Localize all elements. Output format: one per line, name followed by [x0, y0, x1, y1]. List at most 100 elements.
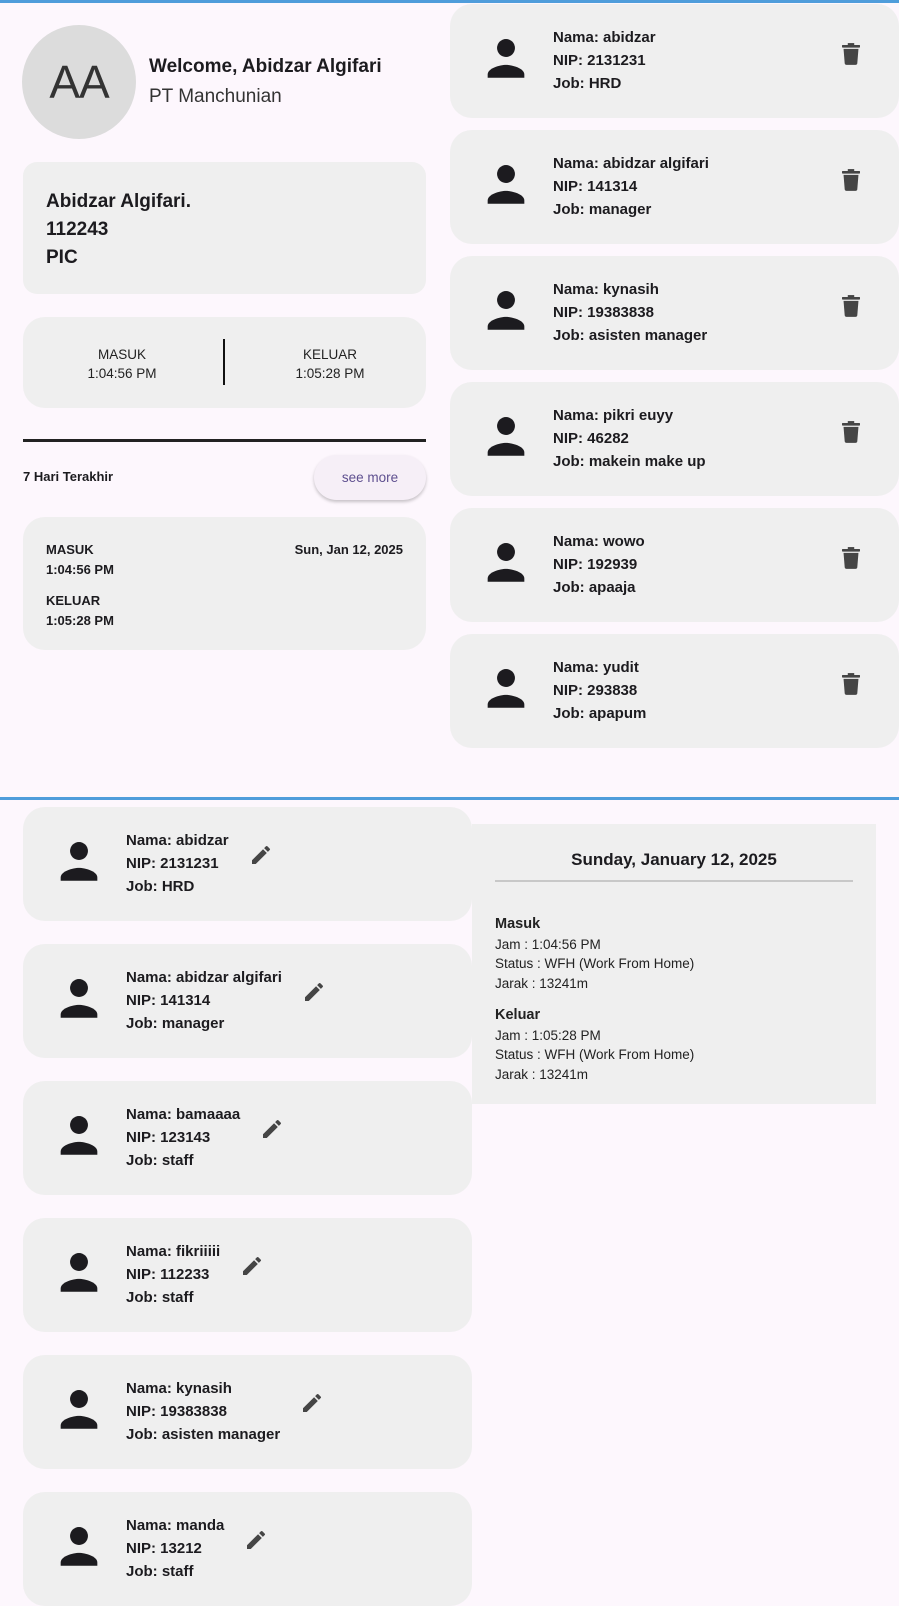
avatar: AA: [22, 25, 136, 139]
checkin-summary: MASUK 1:04:56 PM: [47, 345, 197, 383]
history-checkin-label: MASUK: [46, 542, 94, 557]
detail-checkout-status: Status : WFH (Work From Home): [495, 1047, 695, 1062]
employee-job: Job: manager: [553, 201, 652, 218]
employee-info: Nama: wowo NIP: 192939 Job: apaaja: [553, 530, 645, 599]
edit-icon[interactable]: [300, 1391, 324, 1415]
employee-card[interactable]: Nama: kynasih NIP: 19383838 Job: asisten m…: [23, 1355, 472, 1469]
employee-card[interactable]: Nama: abidzar NIP: 2131231 Job: HRD: [23, 807, 472, 921]
detail-checkout-time: Jam : 1:05:28 PM: [495, 1027, 601, 1043]
checkin-time: 1:04:56 PM: [87, 366, 157, 381]
employee-nip: NIP: 123143: [126, 1129, 211, 1146]
history-card[interactable]: MASUK 1:04:56 PM KELUAR 1:05:28 PM Sun, …: [23, 517, 426, 650]
employee-nip: NIP: 46282: [553, 430, 629, 447]
employee-info: Nama: yudit NIP: 293838 Job: apapum: [553, 656, 646, 725]
employee-info: Nama: manda NIP: 13212 Job: staff: [126, 1514, 224, 1583]
detail-divider: [495, 880, 853, 882]
employee-job: Job: apaaja: [553, 579, 636, 596]
employee-job: Job: manager: [126, 1015, 225, 1032]
employee-nip: NIP: 112233: [126, 1266, 210, 1283]
employee-card[interactable]: Nama: abidzar algifari NIP: 141314 Job: ma…: [450, 130, 899, 244]
delete-icon[interactable]: [842, 295, 864, 321]
employee-job: Job: staff: [126, 1289, 194, 1306]
detail-checkout: Keluar Jam : 1:05:28 PM Status : WFH (Wo…: [495, 1006, 694, 1084]
employee-nip: NIP: 2131231: [126, 855, 219, 872]
employee-card[interactable]: Nama: fikriiiii NIP: 112233 Job: staff: [23, 1218, 472, 1332]
employee-nip: NIP: 19383838: [126, 1403, 227, 1420]
person-icon: [54, 1384, 104, 1434]
employee-info: Nama: abidzar NIP: 2131231 Job: HRD: [553, 26, 656, 95]
person-icon: [54, 1110, 104, 1160]
employee-card[interactable]: Nama: bamaaaa NIP: 123143 Job: staff: [23, 1081, 472, 1195]
employee-nama: Nama: fikriiiii: [126, 1243, 221, 1260]
employee-nama: Nama: pikri euyy: [553, 407, 674, 424]
employee-nip: NIP: 141314: [553, 178, 638, 195]
employee-info: Nama: bamaaaa NIP: 123143 Job: staff: [126, 1103, 240, 1172]
employee-nama: Nama: abidzar algifari: [126, 969, 282, 986]
attendance-detail-card: Sunday, January 12, 2025 Masuk Jam : 1:0…: [472, 824, 876, 1104]
detail-checkin-time: Jam : 1:04:56 PM: [495, 936, 601, 952]
detail-checkin: Masuk Jam : 1:04:56 PM Status : WFH (Wor…: [495, 915, 694, 993]
edit-icon[interactable]: [244, 1528, 268, 1552]
employee-job: Job: staff: [126, 1563, 194, 1580]
checkout-label: KELUAR: [302, 347, 358, 362]
person-icon: [481, 159, 531, 209]
employee-card[interactable]: Nama: kynasih NIP: 19383838 Job: asisten m…: [450, 256, 899, 370]
employee-card[interactable]: Nama: yudit NIP: 293838 Job: apapum: [450, 634, 899, 748]
employee-nip: NIP: 19383838: [553, 304, 654, 321]
employee-nip: NIP: 192939: [553, 556, 638, 573]
delete-icon[interactable]: [842, 421, 864, 447]
employee-job: Job: asisten manager: [126, 1426, 281, 1443]
employee-nama: Nama: kynasih: [126, 1380, 232, 1397]
edit-icon[interactable]: [249, 843, 273, 867]
delete-icon[interactable]: [842, 547, 864, 573]
employee-nama: Nama: kynasih: [553, 281, 659, 298]
employee-info: Nama: pikri euyy NIP: 46282 Job: makein ma…: [553, 404, 706, 473]
person-icon: [54, 973, 104, 1023]
welcome-text: Welcome, Abidzar Algifari: [149, 56, 382, 77]
employee-nama: Nama: yudit: [553, 659, 639, 676]
screen-top-border: [0, 0, 899, 3]
employee-nip: NIP: 293838: [553, 682, 638, 699]
delete-icon[interactable]: [842, 169, 864, 195]
profile-card: Abidzar Algifari. 112243 PIC: [23, 162, 426, 294]
employee-info: Nama: abidzar NIP: 2131231 Job: HRD: [126, 829, 229, 898]
employee-nip: NIP: 13212: [126, 1540, 202, 1557]
employee-nama: Nama: bamaaaa: [126, 1106, 241, 1123]
employee-info: Nama: abidzar algifari NIP: 141314 Job: ma…: [126, 966, 282, 1035]
employee-nip: NIP: 2131231: [553, 52, 646, 69]
employee-job: Job: HRD: [553, 75, 622, 92]
edit-icon[interactable]: [302, 980, 326, 1004]
employee-info: Nama: kynasih NIP: 19383838 Job: asisten m…: [126, 1377, 280, 1446]
checkin-label: MASUK: [97, 347, 146, 362]
history-checkin-time: 1:04:56 PM: [46, 562, 114, 577]
detail-checkin-distance: Jarak : 13241m: [495, 975, 589, 991]
checkout-summary: KELUAR 1:05:28 PM: [255, 345, 405, 383]
delete-icon[interactable]: [842, 43, 864, 69]
person-icon: [481, 285, 531, 335]
delete-icon[interactable]: [842, 673, 864, 699]
screenshot-divider: [0, 797, 899, 800]
history-checkout-label: KELUAR: [46, 593, 101, 608]
profile-role: PIC: [46, 247, 78, 268]
employee-job: Job: makein make up: [553, 453, 706, 470]
employee-job: Job: asisten manager: [553, 327, 708, 344]
employee-job: Job: HRD: [126, 878, 195, 895]
employee-nama: Nama: abidzar: [553, 29, 656, 46]
see-more-button[interactable]: see more: [314, 455, 426, 500]
detail-checkin-status: Status : WFH (Work From Home): [495, 956, 695, 971]
checkout-time: 1:05:28 PM: [295, 366, 365, 381]
employee-card[interactable]: Nama: manda NIP: 13212 Job: staff: [23, 1492, 472, 1606]
detail-checkout-distance: Jarak : 13241m: [495, 1066, 589, 1082]
history-date: Sun, Jan 12, 2025: [294, 542, 403, 557]
attendance-divider: [223, 339, 225, 385]
detail-checkout-title: Keluar: [495, 1007, 541, 1023]
profile-name: Abidzar Algifari.: [46, 191, 191, 212]
employee-card[interactable]: Nama: abidzar NIP: 2131231 Job: HRD: [450, 4, 899, 118]
employee-card[interactable]: Nama: pikri euyy NIP: 46282 Job: makein ma…: [450, 382, 899, 496]
edit-icon[interactable]: [260, 1117, 284, 1141]
person-icon: [54, 1521, 104, 1571]
employee-card[interactable]: Nama: abidzar algifari NIP: 141314 Job: ma…: [23, 944, 472, 1058]
employee-card[interactable]: Nama: wowo NIP: 192939 Job: apaaja: [450, 508, 899, 622]
edit-icon[interactable]: [240, 1254, 264, 1278]
section-divider: [23, 439, 426, 442]
